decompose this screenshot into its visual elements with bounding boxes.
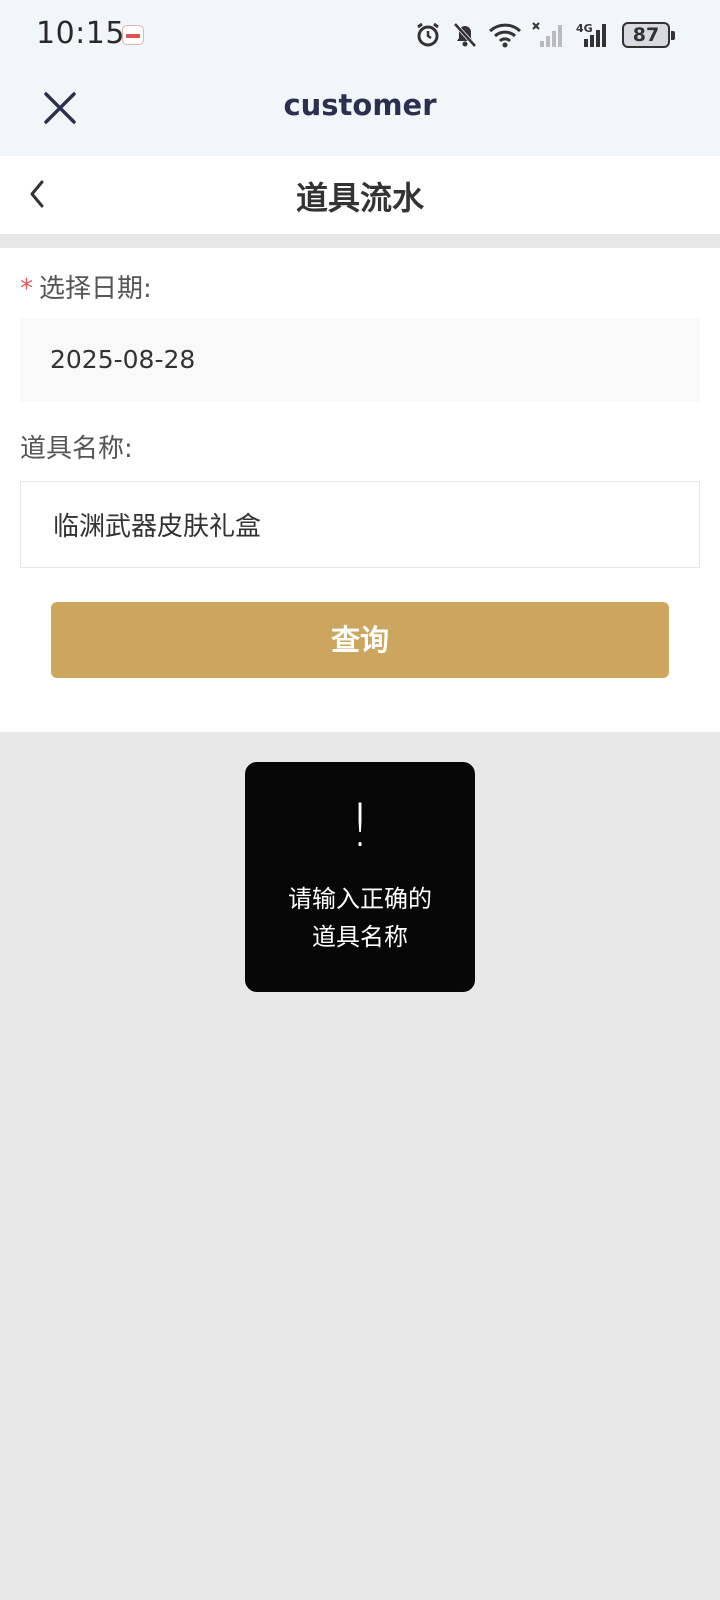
page-nav: 道具流水: [0, 156, 720, 234]
status-icons: 4G 87: [414, 20, 675, 50]
toast-message: 请输入正确的 道具名称: [255, 880, 465, 956]
signal-off-icon: [532, 21, 566, 49]
date-label-text: 选择日期:: [39, 274, 152, 304]
page-title: 道具流水: [295, 179, 424, 217]
query-button[interactable]: 查询: [51, 602, 669, 678]
battery-icon: 87: [622, 22, 675, 48]
error-toast: ! 请输入正确的 道具名称: [245, 762, 475, 992]
date-picker-field[interactable]: 2025-08-28: [20, 318, 700, 402]
item-name-input[interactable]: [20, 481, 700, 568]
item-name-label: 道具名称:: [20, 434, 133, 464]
app-notification-icon: [122, 25, 144, 45]
toast-message-line1: 请输入正确的: [288, 885, 432, 913]
required-mark: *: [20, 274, 33, 304]
exclamation-icon: !: [347, 791, 373, 861]
toast-message-line2: 道具名称: [312, 923, 408, 951]
status-bar: 10:15 4G 87: [0, 0, 720, 72]
app-title: customer: [283, 88, 437, 122]
status-time: 10:15: [36, 16, 125, 51]
bell-off-icon: [452, 21, 478, 49]
date-label: * 选择日期:: [20, 268, 152, 305]
signal-4g-icon: 4G: [576, 21, 612, 49]
svg-text:4G: 4G: [576, 22, 593, 35]
app-header: customer: [0, 72, 720, 156]
query-form: *选择日期: 2025-08-28 道具名称: 查询: [0, 248, 720, 732]
alarm-icon: [414, 21, 442, 49]
wifi-icon: [488, 22, 522, 48]
